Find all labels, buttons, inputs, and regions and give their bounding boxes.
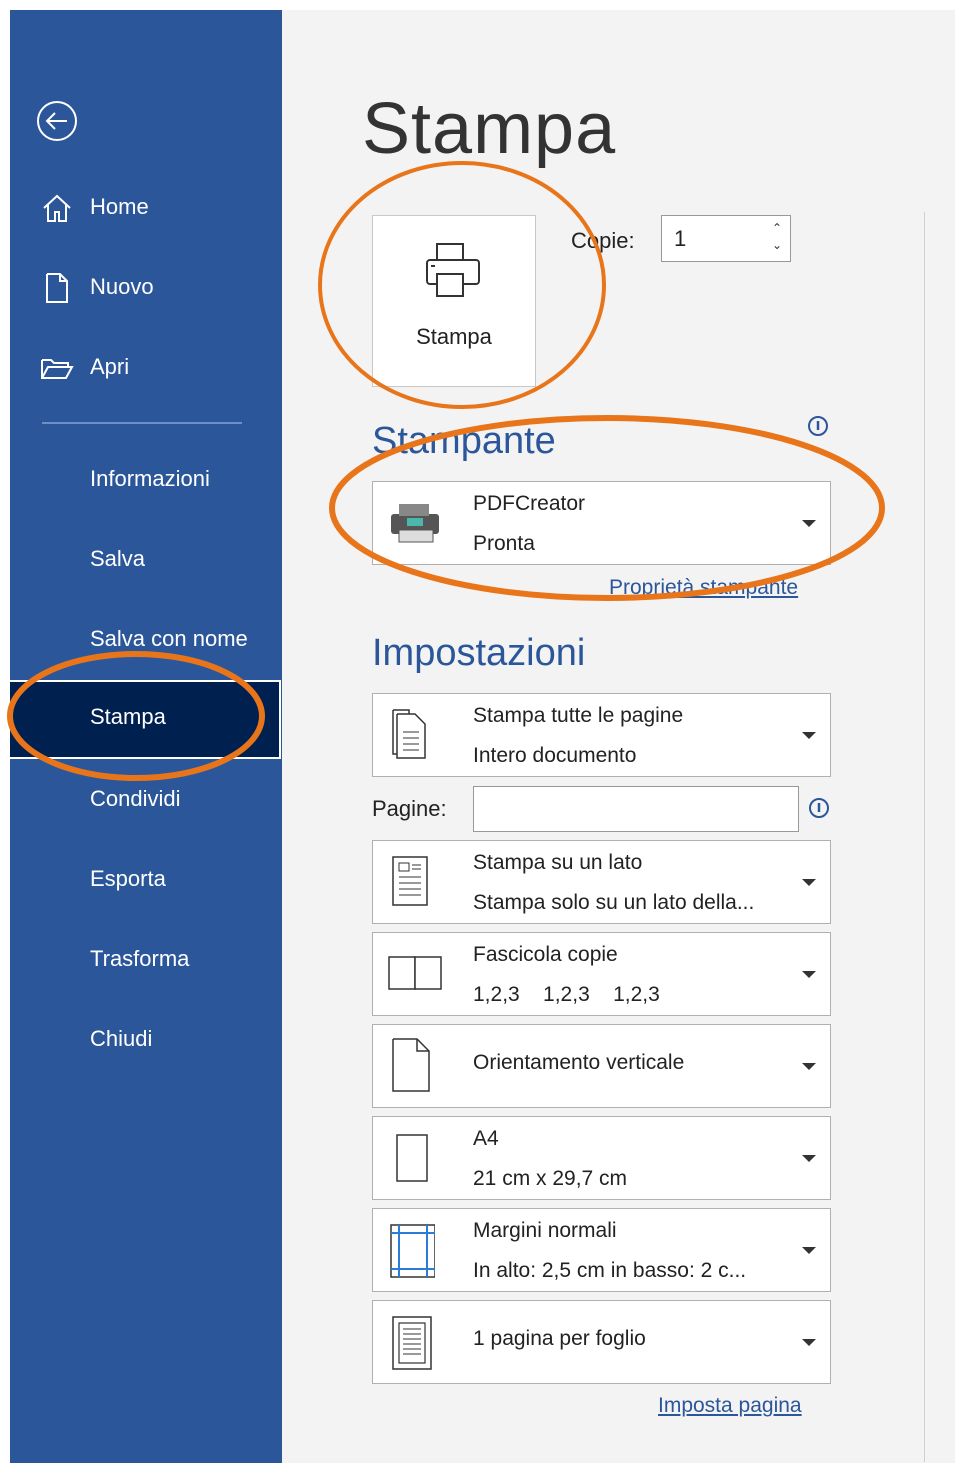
sidebar-divider — [42, 422, 242, 424]
printer-device-icon — [391, 504, 439, 543]
sides-title: Stampa su un lato — [473, 851, 643, 874]
info-icon[interactable] — [808, 797, 830, 819]
print-range-dropdown[interactable]: Stampa tutte le pagine Intero documento — [372, 693, 831, 777]
chevron-down-icon — [802, 1063, 816, 1070]
pages-per-sheet-dropdown[interactable]: 1 pagina per foglio — [372, 1300, 831, 1384]
chevron-down-icon — [802, 732, 816, 739]
pages-label: Pagine: — [372, 796, 447, 821]
settings-section-title: Impostazioni — [372, 632, 586, 674]
sidebar-item-apri[interactable]: Apri — [10, 337, 282, 397]
page-setup-link[interactable]: Imposta pagina — [658, 1394, 802, 1418]
back-arrow-icon[interactable] — [34, 98, 80, 144]
paper-size-dropdown[interactable]: A4 21 cm x 29,7 cm — [372, 1116, 831, 1200]
page-per-sheet-icon — [392, 1316, 432, 1370]
preview-divider — [924, 212, 925, 1462]
chevron-down-icon — [802, 520, 816, 527]
printer-name: PDFCreator — [473, 492, 586, 515]
sidebar-item-nuovo[interactable]: Nuovo — [10, 257, 282, 317]
sidebar-item-label: Informazioni — [90, 466, 210, 491]
sidebar-item-label: Stampa — [90, 704, 166, 729]
printer-status: Pronta — [473, 532, 535, 555]
margins-title: Margini normali — [473, 1219, 617, 1242]
paper-size-detail: 21 cm x 29,7 cm — [473, 1167, 628, 1190]
sidebar-item-label: Home — [90, 194, 149, 219]
one-sided-icon — [392, 856, 428, 906]
collate-dropdown[interactable]: Fascicola copie 1,2,3 1,2,3 1,2,3 — [372, 932, 831, 1016]
chevron-down-icon — [802, 1247, 816, 1254]
margins-icon — [390, 1224, 435, 1278]
sidebar-item-informazioni[interactable]: Informazioni — [10, 449, 282, 509]
print-range-title: Stampa tutte le pagine — [473, 704, 684, 727]
page-title: Stampa — [362, 89, 617, 169]
spin-arrows-icon[interactable]: ⌃ ⌄ — [772, 220, 782, 254]
sidebar-item-salva-con-nome[interactable]: Salva con nome — [10, 609, 282, 669]
collate-title: Fascicola copie — [473, 943, 618, 966]
sidebar-item-stampa[interactable]: Stampa — [10, 687, 282, 747]
chevron-down-icon — [802, 971, 816, 978]
sidebar-item-chiudi[interactable]: Chiudi — [10, 1009, 282, 1069]
sidebar-item-condividi[interactable]: Condividi — [10, 769, 282, 829]
orientation-title: Orientamento verticale — [473, 1051, 685, 1074]
copies-label: Copie: — [571, 228, 635, 253]
sidebar-item-label: Esporta — [90, 866, 166, 891]
sides-detail: Stampa solo su un lato della... — [473, 891, 755, 914]
printer-properties-link[interactable]: Proprietà stampante — [609, 576, 798, 600]
chevron-down-icon — [802, 879, 816, 886]
printer-dropdown[interactable]: PDFCreator Pronta — [372, 481, 831, 565]
sides-dropdown[interactable]: Stampa su un lato Stampa solo su un lato… — [372, 840, 831, 924]
new-document-icon — [46, 273, 68, 303]
printer-section-title: Stampante — [372, 420, 556, 462]
sidebar-item-label: Salva con nome — [90, 626, 248, 651]
print-button[interactable]: Stampa — [372, 215, 536, 387]
home-icon — [43, 194, 71, 222]
sidebar-item-label: Apri — [90, 354, 130, 379]
sidebar-item-label: Chiudi — [90, 1026, 153, 1051]
pages-input[interactable] — [473, 786, 799, 832]
print-range-detail: Intero documento — [473, 744, 637, 767]
paper-size-title: A4 — [473, 1127, 499, 1150]
orientation-dropdown[interactable]: Orientamento verticale — [372, 1024, 831, 1108]
sidebar-item-home[interactable]: Home — [10, 177, 282, 237]
paper-size-icon — [396, 1134, 428, 1182]
printer-icon — [426, 243, 480, 297]
sidebar-item-trasforma[interactable]: Trasforma — [10, 929, 282, 989]
backstage-sidebar: Home Nuovo Apri Informazioni Salva Salva… — [10, 10, 282, 1463]
chevron-down-icon — [802, 1339, 816, 1346]
print-button-label: Stampa — [416, 324, 492, 349]
sidebar-item-label: Trasforma — [90, 946, 190, 971]
margins-detail: In alto: 2,5 cm in basso: 2 c... — [473, 1259, 747, 1282]
margins-dropdown[interactable]: Margini normali In alto: 2,5 cm in basso… — [372, 1208, 831, 1292]
sidebar-item-label: Salva — [90, 546, 146, 571]
pages-icon — [392, 709, 426, 759]
info-icon[interactable] — [807, 415, 829, 437]
sidebar-item-esporta[interactable]: Esporta — [10, 849, 282, 909]
folder-open-icon — [41, 359, 74, 379]
copies-value: 1 — [674, 226, 687, 251]
portrait-page-icon — [392, 1038, 430, 1092]
sidebar-item-salva[interactable]: Salva — [10, 529, 282, 589]
sidebar-item-label: Nuovo — [90, 274, 154, 299]
copies-stepper[interactable]: 1 ⌃ ⌄ — [661, 215, 791, 262]
collate-icon — [388, 956, 442, 990]
pages-per-sheet-title: 1 pagina per foglio — [473, 1327, 646, 1350]
sidebar-item-label: Condividi — [90, 786, 181, 811]
collate-detail: 1,2,3 1,2,3 1,2,3 — [473, 983, 660, 1006]
chevron-down-icon — [802, 1155, 816, 1162]
